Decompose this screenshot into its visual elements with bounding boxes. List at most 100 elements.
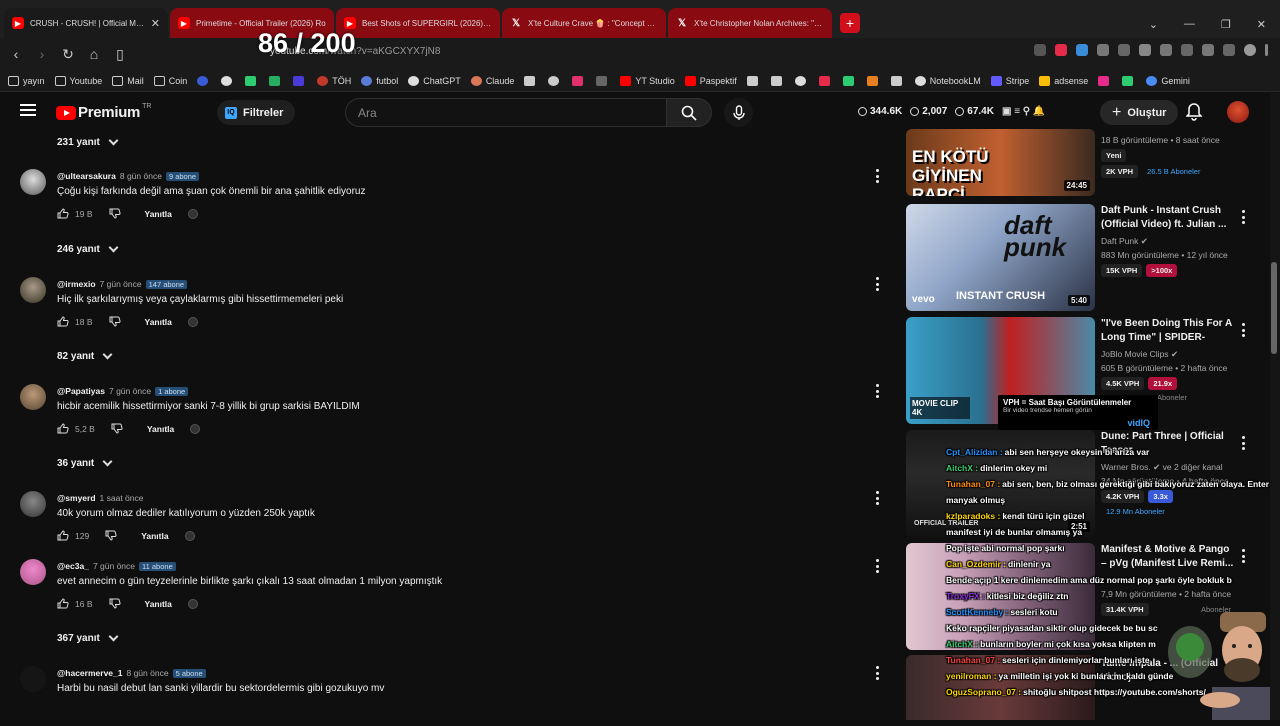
- extension-icon[interactable]: [1034, 44, 1046, 56]
- bookmark-adsense[interactable]: adsense: [1039, 75, 1088, 86]
- more-options-icon[interactable]: [876, 559, 880, 573]
- youtube-premium-logo[interactable]: Premium TR: [56, 103, 151, 121]
- extension-icon[interactable]: [1097, 44, 1109, 56]
- avatar[interactable]: [20, 559, 46, 585]
- avatar[interactable]: [1227, 101, 1249, 123]
- search-button[interactable]: [667, 98, 712, 127]
- bookmark-stripe[interactable]: Stripe: [990, 75, 1029, 86]
- bookmark-chatgpt[interactable]: ChatGPT: [408, 75, 461, 86]
- video-title[interactable]: Dune: Part Three | Official Teaser: [1101, 430, 1237, 458]
- scrollbar[interactable]: [1270, 93, 1280, 720]
- bookmark-icon-13[interactable]: [1098, 75, 1113, 86]
- more-options-icon[interactable]: [876, 384, 880, 398]
- more-options-icon[interactable]: [1242, 436, 1246, 450]
- bookmark-icon-8[interactable]: [794, 75, 810, 86]
- notifications-icon[interactable]: [1185, 103, 1203, 126]
- extension-icon[interactable]: [1118, 44, 1130, 56]
- bookmark-toh[interactable]: TÖH: [317, 75, 351, 86]
- vidiq-reply-icon[interactable]: [184, 530, 195, 541]
- search-input[interactable]: Ara: [345, 98, 667, 127]
- bookmark-icon-4[interactable]: [269, 75, 284, 86]
- extension-icon[interactable]: [1076, 44, 1088, 56]
- bookmark-icon-3[interactable]: [245, 75, 260, 86]
- bookmark-icon-12[interactable]: [890, 75, 906, 86]
- thumbs-up-icon[interactable]: [57, 530, 69, 541]
- extension-icon[interactable]: [1181, 44, 1193, 56]
- replies-toggle[interactable]: 246 yanıt: [57, 242, 119, 255]
- bookmark-icon-11[interactable]: [866, 75, 882, 86]
- thumbs-down-icon[interactable]: [109, 316, 121, 327]
- menu-icon[interactable]: [20, 104, 36, 116]
- comment-author[interactable]: @smyerd: [57, 493, 96, 503]
- extension-icon[interactable]: [1055, 44, 1067, 56]
- browser-tab-crush[interactable]: ▶ CRUSH - CRUSH! | Official Music ✕: [4, 8, 168, 38]
- browser-tab-supergirl[interactable]: ▶ Best Shots of SUPERGIRL (2026) - Yo: [336, 8, 500, 38]
- bookmark-x[interactable]: [524, 75, 539, 86]
- restore-icon[interactable]: ❐: [1221, 18, 1231, 31]
- video-title[interactable]: "I've Been Doing This For A Long Time" |…: [1101, 317, 1237, 345]
- bookmark-claude[interactable]: Claude: [470, 75, 514, 86]
- voice-search-button[interactable]: [724, 98, 753, 127]
- replies-toggle[interactable]: 82 yanıt: [57, 349, 113, 362]
- close-icon[interactable]: ✕: [151, 17, 160, 30]
- thumbs-up-icon[interactable]: [57, 423, 69, 434]
- more-options-icon[interactable]: [876, 169, 880, 183]
- bookmark-icon-10[interactable]: [842, 75, 858, 86]
- forward-icon[interactable]: ›: [32, 44, 52, 64]
- comment-author[interactable]: @irmexio: [57, 279, 96, 289]
- bookmark-icon-1[interactable]: [197, 75, 212, 86]
- new-tab-button[interactable]: +: [840, 13, 860, 33]
- avatar[interactable]: [20, 384, 46, 410]
- extension-icon[interactable]: [1139, 44, 1151, 56]
- bookmark-youtube[interactable]: Youtube: [54, 75, 102, 86]
- bookmark-coin[interactable]: Coin: [153, 75, 187, 86]
- comment-author[interactable]: @hacermerve_1: [57, 668, 122, 678]
- extension-icon[interactable]: [1223, 44, 1235, 56]
- bookmark-icon-5[interactable]: [293, 75, 308, 86]
- thumbs-up-icon[interactable]: [57, 598, 69, 609]
- comment-time[interactable]: 8 gün önce: [120, 171, 162, 181]
- more-options-icon[interactable]: [1242, 323, 1246, 337]
- comment-author[interactable]: @ultearsakura: [57, 171, 116, 181]
- video-thumbnail[interactable]: daft punk INSTANT CRUSH vevo 5:40: [906, 204, 1095, 311]
- video-card[interactable]: OFFICIAL TRAILER 2:51 Dune: Part Three |…: [906, 430, 1266, 538]
- reply-button[interactable]: Yanıtla: [145, 317, 172, 327]
- video-thumbnail[interactable]: OFFICIAL TRAILER 2:51: [906, 430, 1095, 537]
- thumbs-down-icon[interactable]: [109, 208, 121, 219]
- thumbs-down-icon[interactable]: [105, 530, 117, 541]
- bookmark-notebooklm[interactable]: NotebookLM: [914, 75, 981, 86]
- more-options-icon[interactable]: [876, 277, 880, 291]
- profile-icon[interactable]: [1244, 44, 1256, 56]
- back-icon[interactable]: ‹: [6, 44, 26, 64]
- bookmark-icon-7[interactable]: [770, 75, 786, 86]
- video-card[interactable]: EN KÖTÜ GİYİNEN RAPÇİ 24:45 18 B görüntü…: [906, 129, 1266, 197]
- video-channel[interactable]: Daft Punk ✔: [1101, 236, 1148, 247]
- filters-button[interactable]: IQ Filtreler: [217, 100, 296, 125]
- video-thumbnail[interactable]: [906, 655, 1095, 720]
- vidiq-toolbar-icons[interactable]: ▣ ≡ ⚲ 🔔: [1002, 106, 1045, 117]
- bookmark-icon-6[interactable]: [596, 75, 611, 86]
- home-icon[interactable]: ⌂: [84, 44, 104, 64]
- tab-search-icon[interactable]: ⌄: [1149, 18, 1158, 31]
- comment-time[interactable]: 7 gün önce: [93, 561, 135, 571]
- bookmark-paspektif[interactable]: Paspektif: [684, 75, 737, 86]
- video-thumbnail[interactable]: [906, 543, 1095, 650]
- comment-time[interactable]: 8 gün önce: [126, 668, 168, 678]
- reply-button[interactable]: Yanıtla: [147, 424, 174, 434]
- create-button[interactable]: + Oluştur: [1100, 100, 1179, 125]
- reply-button[interactable]: Yanıtla: [145, 209, 172, 219]
- thumbs-down-icon[interactable]: [109, 598, 121, 609]
- avatar[interactable]: [20, 277, 46, 303]
- video-thumbnail[interactable]: EN KÖTÜ GİYİNEN RAPÇİ 24:45: [906, 129, 1095, 196]
- bookmark-tiktok[interactable]: [746, 75, 762, 86]
- sidebar-toggle-icon[interactable]: ▯: [110, 44, 130, 64]
- avatar[interactable]: [20, 169, 46, 195]
- extension-icon[interactable]: [1160, 44, 1172, 56]
- bookmark-futbol[interactable]: futbol: [361, 75, 398, 86]
- video-title[interactable]: Manifest & Motive & Pango – pVg (Manifes…: [1101, 543, 1237, 571]
- browser-tab-nolan-archives[interactable]: 𝕏 X'te Christopher Nolan Archives: "Ch: [668, 8, 832, 38]
- vidiq-reply-icon[interactable]: [187, 316, 198, 327]
- bookmark-icon-2[interactable]: [221, 75, 236, 86]
- comment-time[interactable]: 7 gün önce: [100, 279, 142, 289]
- bookmark-icon-14[interactable]: [1122, 75, 1137, 86]
